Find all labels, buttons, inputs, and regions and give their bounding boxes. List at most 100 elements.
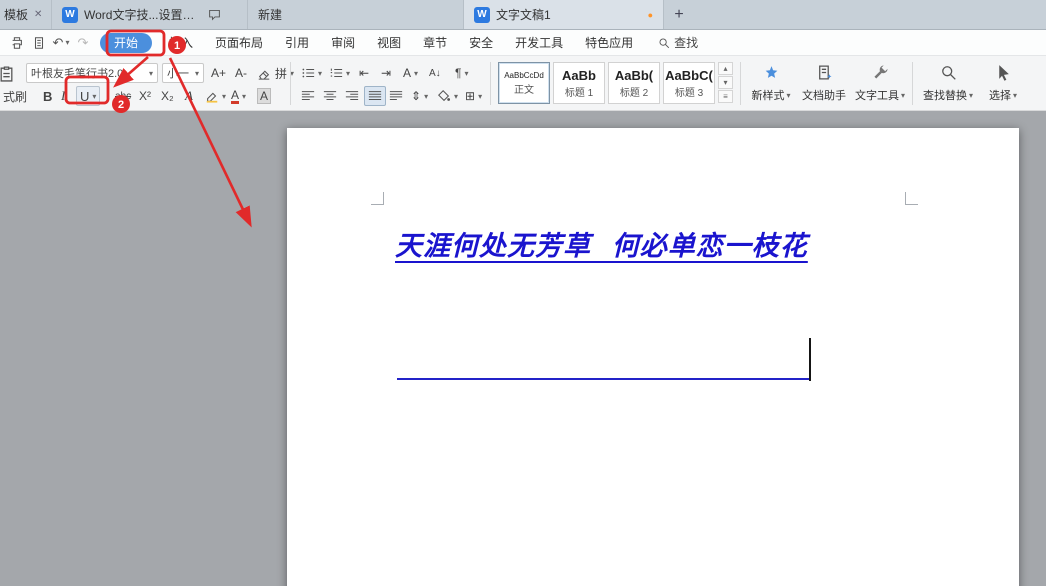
style-heading3[interactable]: AaBbC( 标题 3 bbox=[663, 62, 715, 104]
tab-page-layout[interactable]: 页面布局 bbox=[204, 30, 274, 55]
comment-icon[interactable] bbox=[208, 8, 221, 21]
subscript-button[interactable]: X₂ bbox=[158, 86, 177, 106]
tab-section[interactable]: 章节 bbox=[412, 30, 458, 55]
style-sample: AaBbCcDd bbox=[504, 71, 544, 80]
tab-developer[interactable]: 开发工具 bbox=[504, 30, 574, 55]
tab-security[interactable]: 安全 bbox=[458, 30, 504, 55]
chevron-down-icon: ▾ bbox=[149, 69, 153, 78]
underline-label: U bbox=[80, 89, 89, 104]
grow-font-button[interactable]: A+ bbox=[208, 63, 229, 83]
chevron-down-icon: ▾ bbox=[464, 69, 468, 78]
style-sample: AaBbC( bbox=[665, 68, 713, 83]
tab-review[interactable]: 审阅 bbox=[320, 30, 366, 55]
tab-references[interactable]: 引用 bbox=[274, 30, 320, 55]
line-spacing-button[interactable]: ⇕▾ bbox=[408, 86, 431, 106]
styles-scroll-down-button[interactable]: ▾ bbox=[718, 76, 733, 89]
line-spacing-icon: ⇕ bbox=[411, 89, 421, 103]
divider bbox=[290, 62, 291, 105]
bold-button[interactable]: B bbox=[40, 86, 55, 106]
numbered-list-button[interactable]: ▾ bbox=[326, 63, 353, 83]
text-cursor bbox=[809, 338, 811, 381]
style-sample: AaBb bbox=[562, 68, 596, 83]
highlight-button[interactable]: ▾ bbox=[202, 86, 229, 106]
document-assistant-button[interactable]: 文档助手 bbox=[798, 62, 850, 105]
character-scale-button[interactable]: A▾ bbox=[400, 63, 421, 83]
italic-button[interactable]: I bbox=[58, 86, 68, 106]
align-distribute-button[interactable] bbox=[386, 86, 406, 106]
chevron-down-icon: ▾ bbox=[424, 92, 428, 101]
style-normal[interactable]: AaBbCcDd 正文 bbox=[498, 62, 550, 104]
style-name: 标题 3 bbox=[675, 84, 703, 99]
tab-current-label: 文字文稿1 bbox=[496, 6, 551, 23]
font-name-select[interactable]: 叶根友毛笔行书2.0 ▾ bbox=[26, 63, 158, 83]
select-button[interactable]: 选择▾ bbox=[982, 62, 1024, 105]
close-icon[interactable]: ✕ bbox=[34, 9, 42, 20]
search-icon bbox=[658, 37, 670, 49]
align-justify-button[interactable] bbox=[364, 86, 386, 106]
redo-button[interactable]: ↷ bbox=[72, 32, 94, 54]
style-heading2[interactable]: AaBb( 标题 2 bbox=[608, 62, 660, 104]
strikethrough-button[interactable]: abc bbox=[112, 86, 134, 106]
print-icon[interactable] bbox=[6, 32, 28, 54]
align-right-button[interactable] bbox=[342, 86, 362, 106]
chevron-down-icon: ▾ bbox=[1013, 91, 1017, 100]
paste-icon[interactable] bbox=[0, 63, 18, 83]
print-preview-icon[interactable] bbox=[28, 32, 50, 54]
align-left-button[interactable] bbox=[298, 86, 318, 106]
paragraph-mark-button[interactable]: ¶▾ bbox=[452, 63, 471, 83]
pilcrow-icon: ¶ bbox=[455, 66, 461, 80]
borders-button[interactable]: ⊞▾ bbox=[462, 86, 485, 106]
font-color-button[interactable]: A▾ bbox=[228, 86, 249, 106]
text-effects-button[interactable]: A bbox=[182, 86, 196, 106]
chevron-down-icon: ▾ bbox=[969, 91, 973, 100]
tab-special-features[interactable]: 特色应用 bbox=[574, 30, 644, 55]
undo-icon: ↶ bbox=[53, 35, 64, 51]
font-size-select[interactable]: 小一 ▾ bbox=[162, 63, 204, 83]
tab-view[interactable]: 视图 bbox=[366, 30, 412, 55]
select-label: 选择 bbox=[989, 87, 1011, 103]
tab-insert[interactable]: 插入 bbox=[158, 30, 204, 55]
find-button[interactable]: 查找 bbox=[658, 34, 698, 51]
tab-new-label: 新建 bbox=[258, 6, 282, 23]
style-sample: AaBb( bbox=[615, 68, 653, 83]
styles-scroll-up-button[interactable]: ▴ bbox=[718, 62, 733, 75]
new-style-button[interactable]: 新样式▾ bbox=[748, 62, 794, 105]
tab-template-label: 模板 bbox=[4, 6, 28, 23]
document-page[interactable]: 天涯何处无芳草 何必单恋一枝花 bbox=[287, 128, 1019, 586]
chevron-down-icon: ▾ bbox=[454, 92, 458, 101]
tab-template[interactable]: 模板 ✕ bbox=[0, 0, 52, 29]
font-color-label: A bbox=[231, 89, 239, 104]
phonetic-icon: 拼 bbox=[275, 65, 287, 82]
decrease-indent-button[interactable]: ⇤ bbox=[356, 63, 372, 83]
find-replace-button[interactable]: 查找替换▾ bbox=[920, 62, 976, 105]
chevron-down-icon: ▾ bbox=[65, 38, 69, 47]
increase-indent-button[interactable]: ⇥ bbox=[378, 63, 394, 83]
word-file-icon: W bbox=[474, 7, 490, 23]
menu-bar: ↶▾ ↷ 开始 插入 页面布局 引用 审阅 视图 章节 安全 开发工具 特色应用… bbox=[0, 30, 1046, 56]
style-heading1[interactable]: AaBb 标题 1 bbox=[553, 62, 605, 104]
superscript-button[interactable]: X² bbox=[136, 86, 154, 106]
align-center-button[interactable] bbox=[320, 86, 340, 106]
new-style-label: 新样式 bbox=[751, 87, 784, 103]
sort-button[interactable]: A↓ bbox=[426, 63, 444, 83]
character-shading-button[interactable]: A bbox=[254, 86, 274, 106]
underline-button[interactable]: U▾ bbox=[76, 86, 100, 106]
tab-current-document[interactable]: W 文字文稿1 ● bbox=[464, 0, 664, 29]
undo-button[interactable]: ↶▾ bbox=[50, 32, 72, 54]
style-name: 标题 2 bbox=[620, 84, 648, 99]
font-size-value: 小一 bbox=[167, 65, 189, 81]
new-tab-button[interactable]: + bbox=[664, 0, 694, 29]
borders-icon: ⊞ bbox=[465, 89, 475, 103]
phonetic-guide-button[interactable]: 拼▾ bbox=[272, 63, 297, 83]
tab-home[interactable]: 开始 bbox=[100, 33, 152, 53]
bullet-list-button[interactable]: ▾ bbox=[298, 63, 325, 83]
shrink-font-button[interactable]: A- bbox=[232, 63, 250, 83]
shading-button[interactable]: ▾ bbox=[434, 86, 461, 106]
styles-more-button[interactable]: ≡ bbox=[718, 90, 733, 103]
tab-new-document[interactable]: 新建 bbox=[248, 0, 464, 29]
margin-mark-right bbox=[905, 192, 918, 205]
clear-format-button[interactable] bbox=[254, 63, 274, 83]
tab-word-document[interactable]: W Word文字技...设置在同一页面 bbox=[52, 0, 248, 29]
text-tools-button[interactable]: 文字工具▾ bbox=[854, 62, 906, 105]
format-painter-button[interactable]: 式刷 bbox=[0, 86, 30, 106]
